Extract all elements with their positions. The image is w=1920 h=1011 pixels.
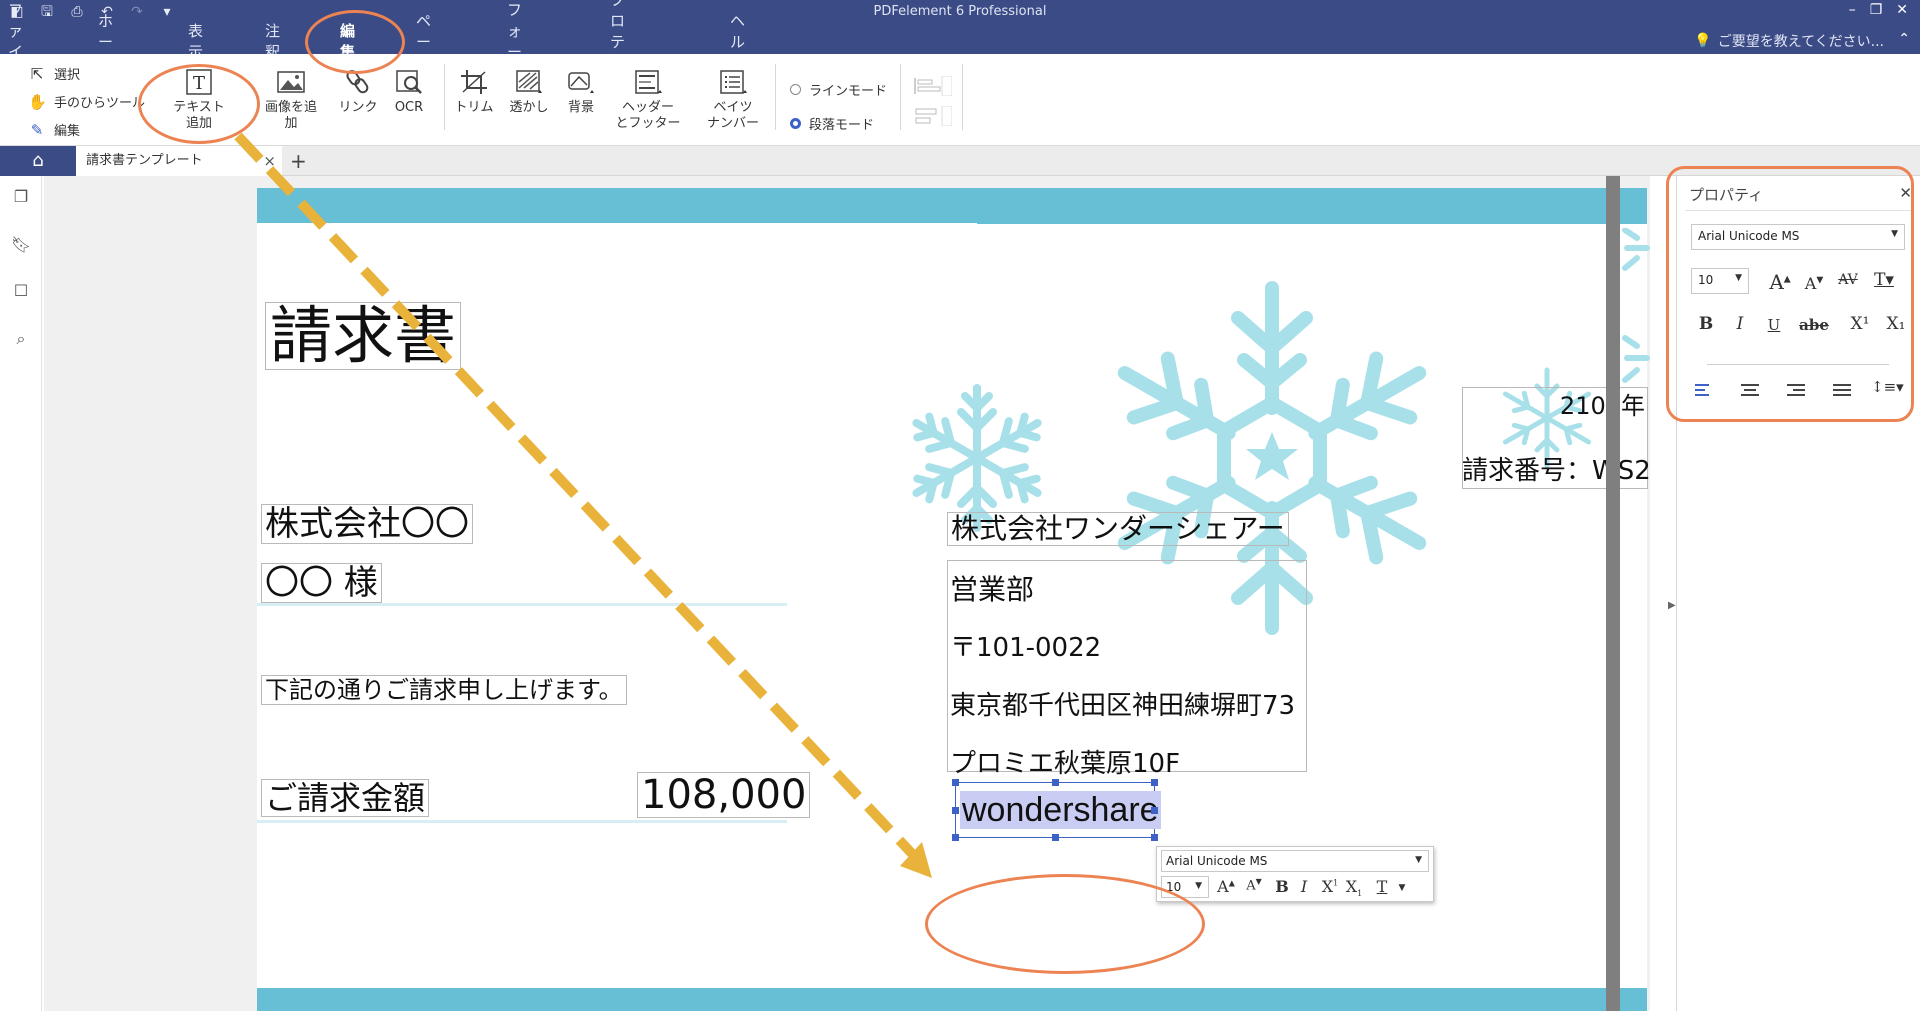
arrow-annotation (234, 132, 932, 878)
